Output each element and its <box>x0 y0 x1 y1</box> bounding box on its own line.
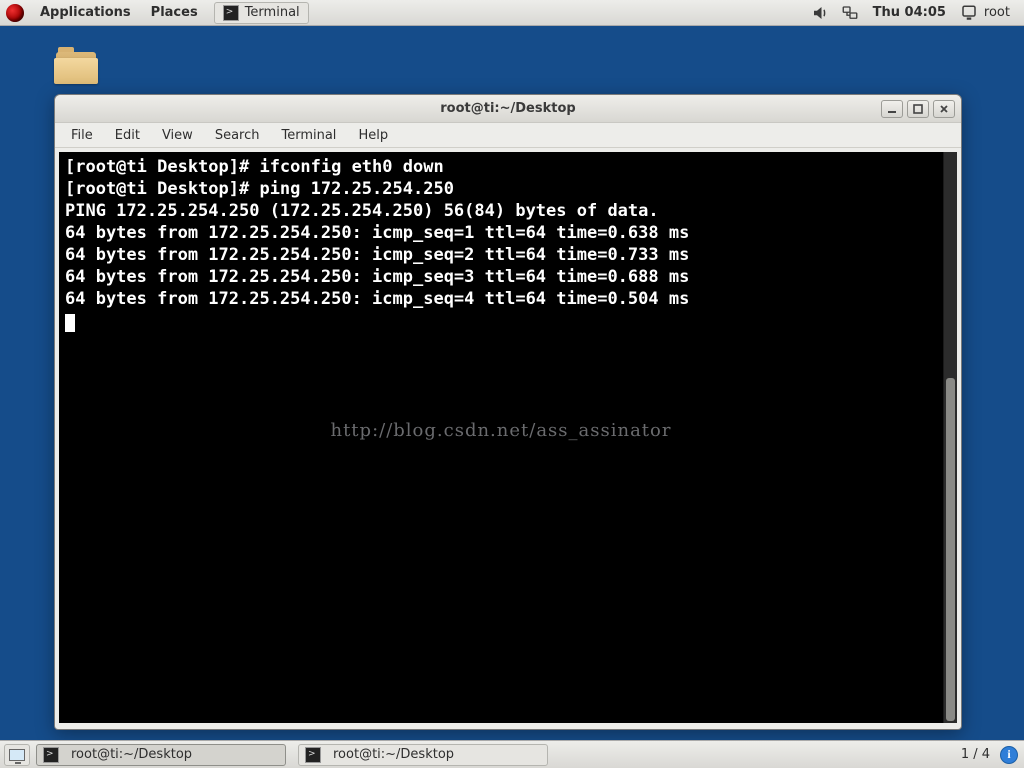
terminal-icon <box>305 747 321 763</box>
minimize-button[interactable] <box>881 100 903 118</box>
terminal-body-wrap: [root@ti Desktop]# ifconfig eth0 down [r… <box>55 148 961 729</box>
taskbar-item[interactable]: root@ti:~/Desktop <box>36 744 286 766</box>
terminal-line: 64 bytes from 172.25.254.250: icmp_seq=1… <box>65 222 937 244</box>
cursor <box>65 314 75 332</box>
taskbar-item-label: root@ti:~/Desktop <box>333 747 454 762</box>
close-button[interactable] <box>933 100 955 118</box>
terminal-cursor-line <box>65 310 937 332</box>
scroll-thumb[interactable] <box>946 378 955 721</box>
taskbar-item[interactable]: root@ti:~/Desktop <box>298 744 548 766</box>
workspace-indicator[interactable]: 1 / 4 <box>951 747 1000 762</box>
panel-left: Applications Places Terminal <box>0 1 309 24</box>
maximize-icon <box>913 104 923 114</box>
menu-file[interactable]: File <box>61 125 103 146</box>
volume-icon[interactable] <box>811 4 829 22</box>
user-label: root <box>984 5 1010 20</box>
panel-task-label: Terminal <box>245 5 300 20</box>
watermark: http://blog.csdn.net/ass_assinator <box>59 420 943 442</box>
terminal-line: [root@ti Desktop]# ifconfig eth0 down <box>65 156 937 178</box>
places-menu[interactable]: Places <box>141 1 208 24</box>
desktop-folder-icon[interactable] <box>54 52 102 92</box>
bottom-panel: root@ti:~/Desktop root@ti:~/Desktop 1 / … <box>0 740 1024 768</box>
menu-edit[interactable]: Edit <box>105 125 150 146</box>
distro-logo-icon[interactable] <box>6 4 24 22</box>
maximize-button[interactable] <box>907 100 929 118</box>
terminal-icon <box>43 747 59 763</box>
menu-view[interactable]: View <box>152 125 203 146</box>
menu-search[interactable]: Search <box>205 125 270 146</box>
terminal-line: 64 bytes from 172.25.254.250: icmp_seq=2… <box>65 244 937 266</box>
panel-task-terminal[interactable]: Terminal <box>214 2 309 24</box>
desktop[interactable]: root@ti:~/Desktop File Edit View Search … <box>0 26 1024 740</box>
terminal-line: PING 172.25.254.250 (172.25.254.250) 56(… <box>65 200 937 222</box>
minimize-icon <box>887 104 897 114</box>
network-icon[interactable] <box>841 4 859 22</box>
notification-badge-icon[interactable]: i <box>1000 746 1018 764</box>
window-title: root@ti:~/Desktop <box>55 101 961 116</box>
terminal-line: 64 bytes from 172.25.254.250: icmp_seq=4… <box>65 288 937 310</box>
applications-menu[interactable]: Applications <box>30 1 141 24</box>
terminal-output[interactable]: [root@ti Desktop]# ifconfig eth0 down [r… <box>59 152 943 723</box>
menu-help[interactable]: Help <box>348 125 398 146</box>
menu-terminal[interactable]: Terminal <box>271 125 346 146</box>
scrollbar[interactable] <box>943 152 957 723</box>
terminal-window: root@ti:~/Desktop File Edit View Search … <box>54 94 962 730</box>
terminal-line: [root@ti Desktop]# ping 172.25.254.250 <box>65 178 937 200</box>
window-buttons <box>881 100 955 118</box>
user-menu[interactable]: root <box>954 4 1016 22</box>
panel-right: Thu 04:05 root <box>805 4 1024 22</box>
close-icon <box>939 104 949 114</box>
terminal-line: 64 bytes from 172.25.254.250: icmp_seq=3… <box>65 266 937 288</box>
show-desktop-button[interactable] <box>4 744 30 766</box>
terminal-icon <box>223 5 239 21</box>
titlebar[interactable]: root@ti:~/Desktop <box>55 95 961 123</box>
show-desktop-icon <box>9 749 25 761</box>
power-icon <box>960 4 978 22</box>
tasklist: root@ti:~/Desktop root@ti:~/Desktop <box>36 744 548 766</box>
top-panel: Applications Places Terminal Thu 04:05 <box>0 0 1024 26</box>
menubar: File Edit View Search Terminal Help <box>55 123 961 148</box>
taskbar-item-label: root@ti:~/Desktop <box>71 747 192 762</box>
clock[interactable]: Thu 04:05 <box>865 5 954 20</box>
